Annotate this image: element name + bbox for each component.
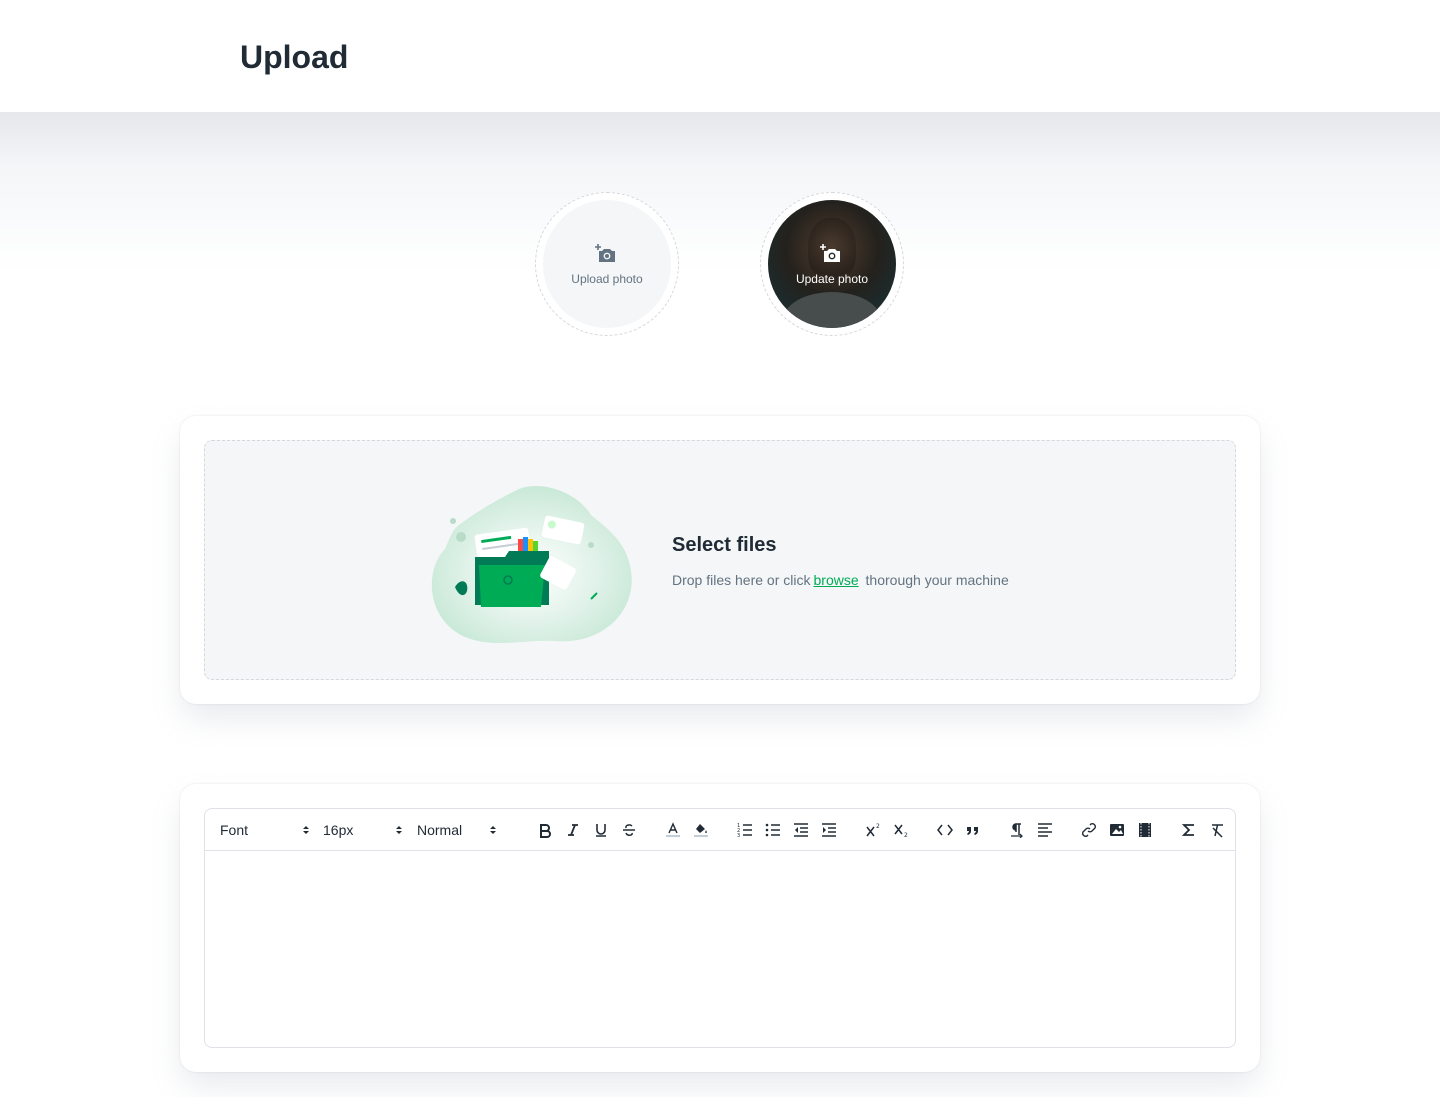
heading-select[interactable]: Normal bbox=[417, 820, 499, 840]
rich-text-editor: Font 16px Normal 1 2 3 2 2 bbox=[204, 808, 1236, 1048]
update-avatar: Update photo bbox=[760, 192, 904, 336]
image-button[interactable] bbox=[1107, 820, 1127, 840]
dropzone-desc-before: Drop files here or click bbox=[672, 572, 811, 588]
upload-illustration bbox=[431, 485, 632, 643]
blockquote-button[interactable] bbox=[963, 820, 983, 840]
text-direction-icon bbox=[1011, 823, 1023, 838]
upload-photo-button[interactable]: Upload photo bbox=[543, 200, 671, 328]
select-arrows-icon bbox=[490, 826, 496, 834]
indent-decrease-icon bbox=[794, 823, 808, 837]
upload-card: Select files Drop files here or click bro… bbox=[180, 416, 1260, 704]
quote-icon bbox=[967, 827, 978, 835]
strikethrough-icon bbox=[623, 824, 635, 836]
clean-format-button[interactable] bbox=[1207, 820, 1227, 840]
video-icon bbox=[1139, 823, 1151, 837]
bullet-list-icon bbox=[765, 823, 780, 837]
add-photo-icon bbox=[595, 244, 615, 262]
size-select[interactable]: 16px bbox=[323, 820, 405, 840]
strike-button[interactable] bbox=[619, 820, 639, 840]
dropzone-description: Drop files here or click browse thorough … bbox=[672, 572, 1009, 588]
update-photo-button[interactable]: Update photo bbox=[768, 200, 896, 328]
italic-icon bbox=[568, 824, 578, 836]
header-shadow bbox=[0, 112, 1440, 272]
browse-link[interactable]: browse bbox=[814, 572, 859, 588]
clear-format-icon bbox=[1212, 824, 1223, 838]
bold-icon bbox=[540, 824, 551, 838]
dropzone-title: Select files bbox=[672, 534, 777, 556]
ordered-list-button[interactable]: 123 bbox=[735, 820, 755, 840]
svg-text:2: 2 bbox=[876, 823, 880, 830]
bullet-list-button[interactable] bbox=[763, 820, 783, 840]
select-arrows-icon bbox=[303, 826, 309, 834]
editor-content-area[interactable] bbox=[205, 851, 1235, 1047]
text-color-button[interactable] bbox=[663, 820, 683, 840]
indent-button[interactable] bbox=[819, 820, 839, 840]
update-photo-label: Update photo bbox=[795, 272, 869, 286]
heading-select-value: Normal bbox=[417, 822, 463, 838]
link-button[interactable] bbox=[1079, 820, 1099, 840]
font-select-value: Font bbox=[220, 822, 249, 838]
select-arrows-icon bbox=[396, 826, 402, 834]
add-photo-icon bbox=[820, 244, 840, 262]
formula-icon bbox=[1181, 824, 1194, 836]
upload-photo-label: Upload photo bbox=[571, 272, 643, 286]
upload-avatar: Upload photo bbox=[535, 192, 679, 336]
subscript-icon: 2 bbox=[894, 824, 908, 838]
text-direction-button[interactable] bbox=[1007, 820, 1027, 840]
page-title: Upload bbox=[240, 39, 349, 75]
dropzone-desc-after: thorough your machine bbox=[865, 572, 1009, 588]
size-select-value: 16px bbox=[323, 822, 354, 838]
image-icon bbox=[1110, 824, 1124, 836]
align-button[interactable] bbox=[1035, 820, 1055, 840]
video-button[interactable] bbox=[1135, 820, 1155, 840]
align-left-icon bbox=[1038, 823, 1052, 837]
svg-text:3: 3 bbox=[737, 833, 740, 838]
code-icon bbox=[937, 824, 953, 836]
fill-color-icon bbox=[694, 824, 708, 837]
underline-button[interactable] bbox=[591, 820, 611, 840]
formula-button[interactable] bbox=[1179, 820, 1199, 840]
code-block-button[interactable] bbox=[935, 820, 955, 840]
avatar-photo-shirt bbox=[782, 292, 882, 328]
page-header: Upload bbox=[0, 0, 1440, 112]
svg-text:2: 2 bbox=[904, 832, 908, 838]
underline-icon bbox=[596, 824, 606, 837]
text-color-icon bbox=[666, 822, 680, 837]
background-color-button[interactable] bbox=[691, 820, 711, 840]
editor-toolbar: Font 16px Normal 1 2 3 2 2 bbox=[205, 809, 1235, 851]
link-icon bbox=[1082, 823, 1096, 837]
superscript-button[interactable]: 2 bbox=[863, 820, 883, 840]
file-dropzone[interactable]: Select files Drop files here or click bro… bbox=[204, 440, 1236, 680]
ordered-list-icon: 123 bbox=[737, 823, 752, 838]
editor-card: Font 16px Normal 1 2 3 2 2 bbox=[180, 784, 1260, 1072]
font-select[interactable]: Font bbox=[220, 820, 312, 840]
superscript-icon: 2 bbox=[866, 823, 880, 837]
outdent-button[interactable] bbox=[791, 820, 811, 840]
indent-increase-icon bbox=[822, 823, 836, 837]
italic-button[interactable] bbox=[563, 820, 583, 840]
bold-button[interactable] bbox=[535, 820, 555, 840]
subscript-button[interactable]: 2 bbox=[891, 820, 911, 840]
